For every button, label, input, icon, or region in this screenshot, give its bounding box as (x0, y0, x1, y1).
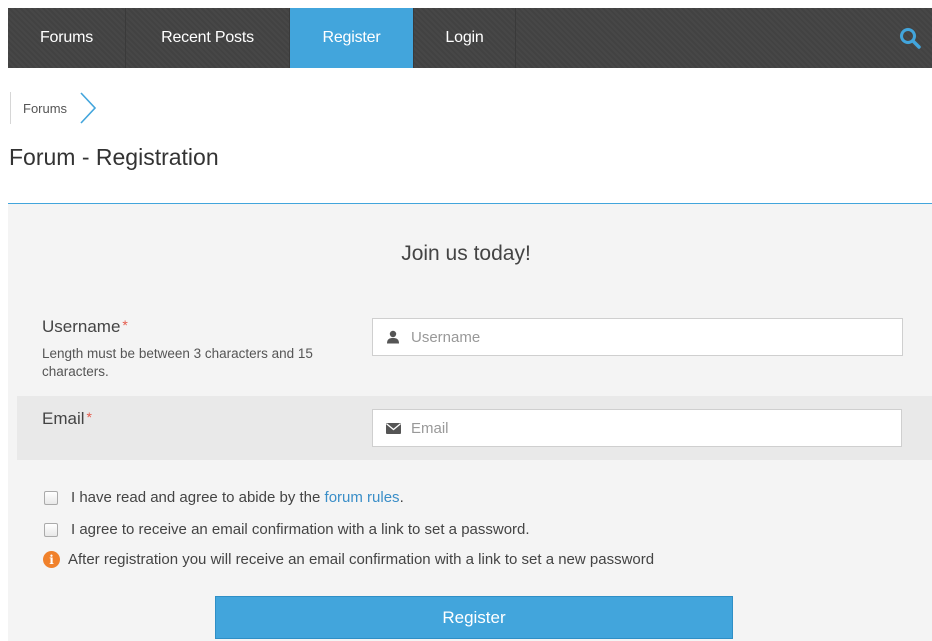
username-label-text: Username (42, 317, 121, 336)
nav-register-label: Register (322, 29, 381, 46)
form-heading: Join us today! (401, 242, 531, 265)
register-button[interactable]: Register (215, 596, 733, 639)
info-icon: i (43, 551, 60, 568)
username-label: Username * (42, 317, 128, 337)
breadcrumb: Forums (10, 92, 97, 124)
agree-email-text: I agree to receive an email confirmation… (71, 521, 530, 538)
agree-rules-text: I have read and agree to abide by the fo… (71, 489, 404, 506)
page-title: Forum - Registration (9, 144, 219, 170)
nav-forums[interactable]: Forums (8, 8, 126, 68)
username-required-mark: * (122, 317, 128, 333)
info-text: After registration you will receive an e… (68, 551, 655, 568)
registration-panel: Join us today! Username * Length must be … (8, 204, 932, 641)
email-input[interactable] (411, 419, 871, 437)
agree-rules-text-after: . (399, 489, 404, 506)
username-field[interactable] (372, 318, 903, 356)
nav-forums-label: Forums (39, 29, 94, 46)
username-hint: Length must be between 3 characters and … (42, 346, 313, 379)
email-field[interactable] (372, 409, 902, 447)
register-button-label: Register (442, 607, 506, 627)
agree-email-checkbox[interactable] (44, 522, 58, 537)
agree-rules-checkbox[interactable] (44, 490, 58, 505)
search-icon[interactable] (898, 26, 922, 50)
nav-recent-posts[interactable]: Recent Posts (126, 8, 290, 68)
agree-rules-row: I have read and agree to abide by the fo… (44, 489, 404, 506)
envelope-icon (385, 420, 401, 436)
email-required-mark: * (86, 409, 92, 425)
nav-register[interactable]: Register (290, 8, 414, 68)
forum-rules-link[interactable]: forum rules (325, 489, 400, 506)
chevron-right-icon (80, 92, 97, 124)
agree-rules-text-before: I have read and agree to abide by the (71, 489, 325, 506)
email-label: Email * (42, 409, 92, 429)
nav-recent-posts-label: Recent Posts (161, 29, 254, 46)
agree-email-row: I agree to receive an email confirmation… (44, 521, 530, 538)
info-row: i After registration you will receive an… (43, 551, 654, 568)
nav-login[interactable]: Login (414, 8, 516, 68)
main-navbar: Forums Recent Posts Register Login (8, 8, 932, 68)
nav-login-label: Login (445, 29, 484, 46)
email-label-text: Email (42, 409, 85, 428)
username-input[interactable] (411, 328, 871, 346)
user-icon (385, 329, 401, 345)
breadcrumb-forums-link[interactable]: Forums (23, 101, 67, 116)
